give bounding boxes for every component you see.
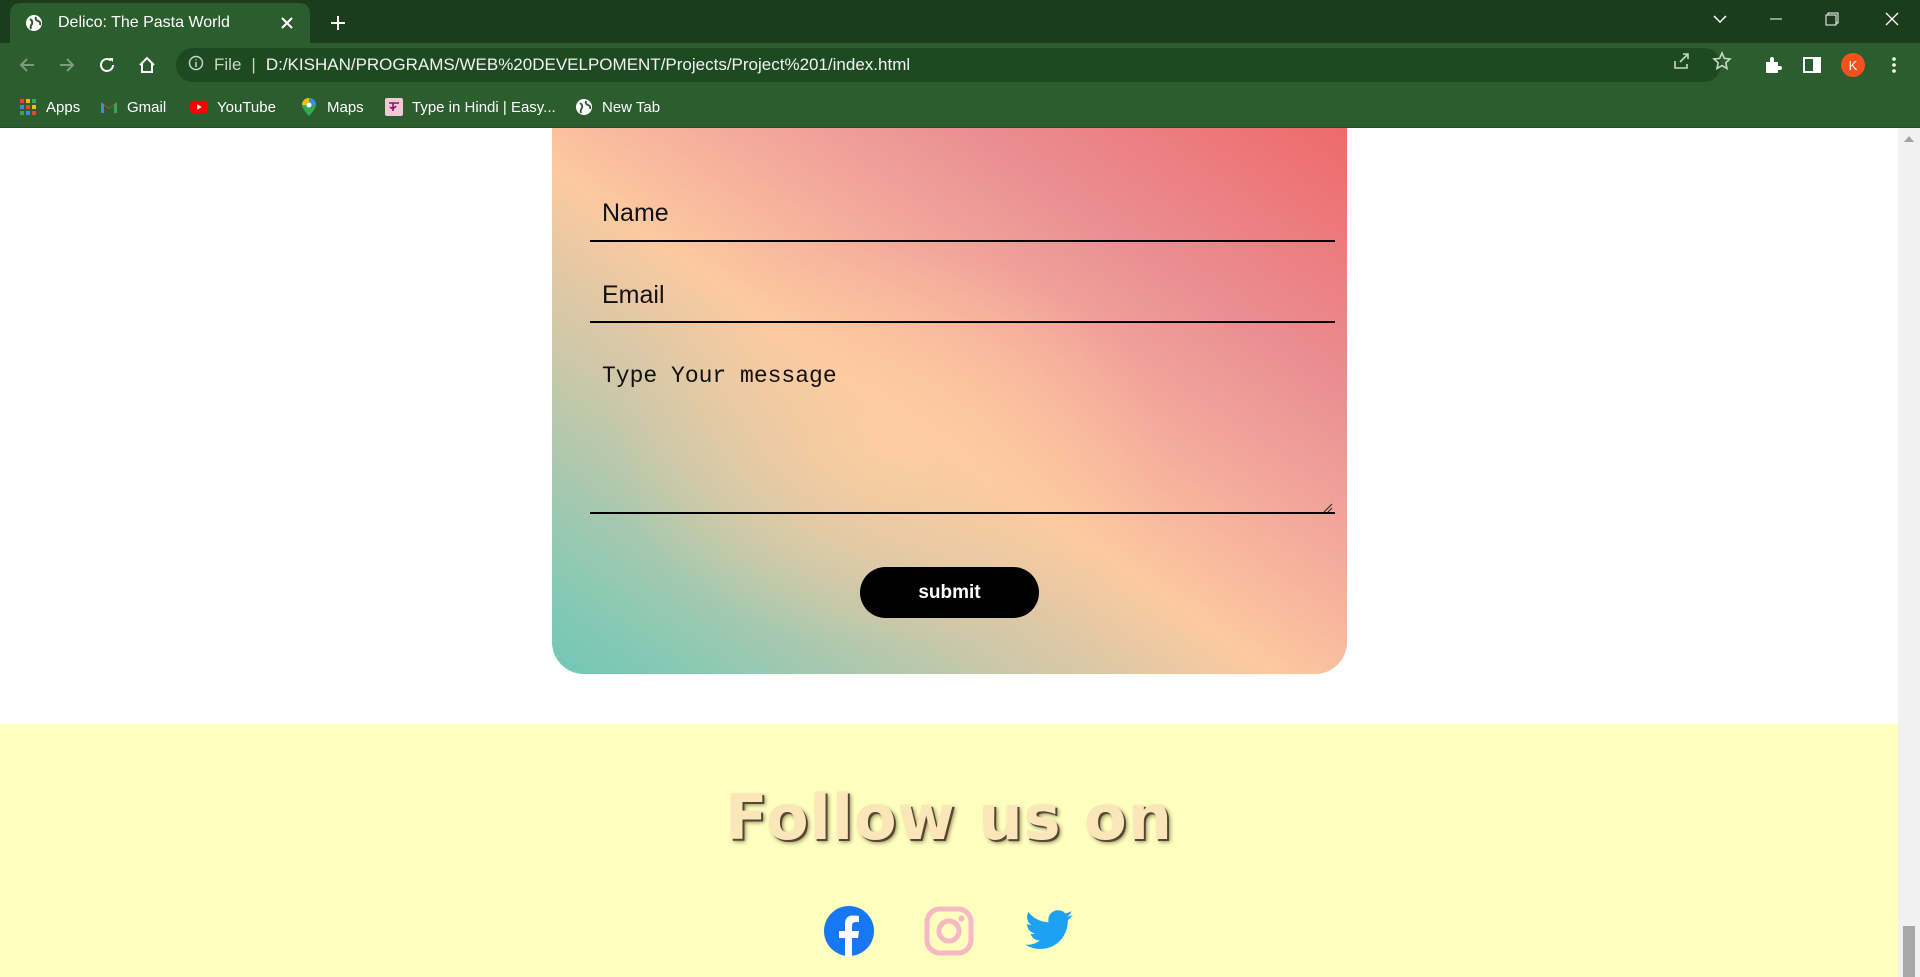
bookmark-label: Apps [46, 98, 81, 116]
scroll-up-arrow-icon[interactable] [1904, 136, 1914, 142]
youtube-icon [190, 98, 208, 116]
close-tab-icon[interactable] [278, 14, 296, 32]
globe-icon [24, 13, 44, 33]
gmail-icon [100, 98, 118, 116]
omnibox-separator: | [251, 55, 256, 74]
menu-kebab-icon[interactable] [1884, 55, 1904, 75]
bookmark-type-in-hindi[interactable]: Type in Hindi | Easy... [385, 97, 556, 117]
file-chip: File [214, 55, 242, 74]
address-bar[interactable]: File | D:/KISHAN/PROGRAMS/WEB%20DEVELPOM… [176, 48, 1721, 82]
restore-button[interactable] [1804, 0, 1860, 38]
bookmark-new-tab[interactable]: New Tab [575, 97, 660, 117]
email-placeholder: Email [602, 281, 665, 309]
maps-icon [300, 98, 318, 116]
close-window-button[interactable] [1864, 0, 1920, 38]
footer-section: Follow us on [0, 724, 1898, 977]
bookmark-label: Type in Hindi | Easy... [412, 98, 556, 116]
facebook-icon[interactable] [823, 905, 875, 957]
reload-button[interactable] [93, 51, 121, 79]
name-placeholder: Name [602, 199, 669, 227]
bookmark-star-icon[interactable] [1712, 51, 1732, 71]
twitter-icon[interactable] [1023, 905, 1075, 957]
forward-button[interactable] [53, 51, 81, 79]
bookmark-label: Maps [327, 98, 364, 116]
submit-button[interactable]: submit [860, 567, 1039, 618]
scrollbar-thumb[interactable] [1903, 926, 1915, 977]
side-panel-icon[interactable] [1802, 55, 1822, 75]
bookmark-label: YouTube [217, 98, 276, 116]
instagram-icon[interactable] [923, 905, 975, 957]
apps-grid-icon [19, 98, 37, 116]
email-input[interactable]: Email [590, 263, 1335, 323]
footer-title: Follow us on [725, 781, 1173, 854]
bookmark-youtube[interactable]: YouTube [190, 97, 276, 117]
tab-title: Delico: The Pasta World [58, 14, 230, 31]
home-button[interactable] [133, 51, 161, 79]
bookmark-label: Gmail [127, 98, 167, 116]
resize-handle-icon[interactable] [1323, 500, 1333, 513]
contact-form-card: Name Email Type Your message submit [552, 128, 1347, 674]
message-textarea[interactable]: Type Your message [590, 345, 1335, 514]
share-icon[interactable] [1672, 51, 1692, 71]
browser-toolbar: File | D:/KISHAN/PROGRAMS/WEB%20DEVELPOM… [0, 43, 1920, 87]
new-tab-button[interactable] [324, 9, 352, 37]
extensions-icon[interactable] [1763, 55, 1783, 75]
minimize-button[interactable] [1748, 0, 1804, 38]
bookmark-label: New Tab [602, 98, 661, 116]
url-text[interactable]: D:/KISHAN/PROGRAMS/WEB%20DEVELPOMENT/Pro… [266, 55, 910, 75]
bookmarks-bar: Apps Gmail YouTube Maps Type in Hindi | … [0, 87, 1920, 128]
name-input[interactable]: Name [590, 183, 1335, 242]
back-button[interactable] [13, 51, 41, 79]
message-placeholder: Type Your message [602, 363, 837, 389]
bookmark-maps[interactable]: Maps [300, 97, 364, 117]
page-viewport: Name Email Type Your message submit Foll… [0, 128, 1898, 977]
profile-avatar[interactable]: K [1841, 53, 1865, 77]
tab-strip: Delico: The Pasta World [0, 0, 1920, 43]
info-icon[interactable] [188, 55, 204, 76]
browser-tab[interactable]: Delico: The Pasta World [10, 3, 310, 43]
hindi-icon [385, 98, 403, 116]
tab-search-icon[interactable] [1692, 0, 1748, 38]
bookmark-gmail[interactable]: Gmail [100, 97, 166, 117]
bookmark-apps[interactable]: Apps [19, 97, 80, 117]
vertical-scrollbar[interactable] [1898, 128, 1920, 977]
globe-icon [575, 98, 593, 116]
